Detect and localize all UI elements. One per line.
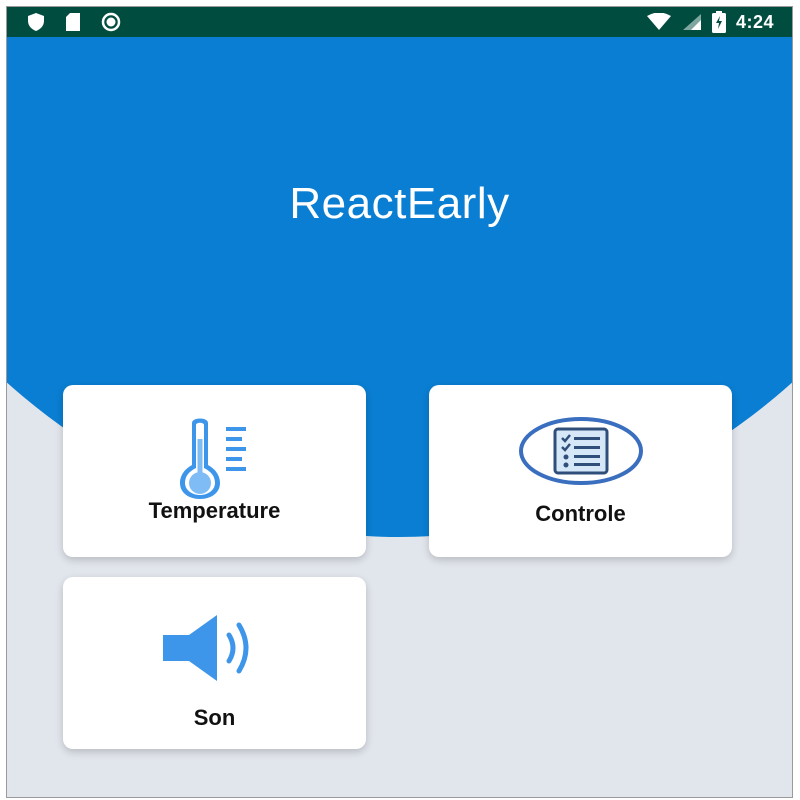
record-icon bbox=[101, 12, 121, 32]
wifi-icon bbox=[646, 13, 671, 30]
temperature-label: Temperature bbox=[148, 498, 281, 523]
shield-icon bbox=[28, 13, 44, 31]
controle-card[interactable]: Controle bbox=[429, 385, 732, 557]
phone-screen: 4:24 ReactEarly Temperature Controle Son bbox=[6, 6, 793, 798]
son-card[interactable]: Son bbox=[63, 577, 366, 749]
controle-label: Controle bbox=[535, 501, 626, 526]
temperature-card[interactable]: Temperature bbox=[63, 385, 366, 557]
checklist-icon bbox=[429, 417, 732, 485]
sd-card-icon bbox=[66, 13, 80, 31]
clock: 4:24 bbox=[735, 11, 774, 32]
thermometer-icon bbox=[63, 415, 366, 499]
status-left-icons bbox=[27, 12, 121, 32]
signal-icon bbox=[682, 14, 701, 30]
battery-icon bbox=[711, 11, 726, 33]
speaker-icon bbox=[63, 613, 366, 683]
status-bar: 4:24 bbox=[7, 7, 792, 37]
status-right-icons: 4:24 bbox=[646, 11, 774, 33]
son-label: Son bbox=[193, 705, 236, 730]
app-title: ReactEarly bbox=[289, 179, 510, 228]
